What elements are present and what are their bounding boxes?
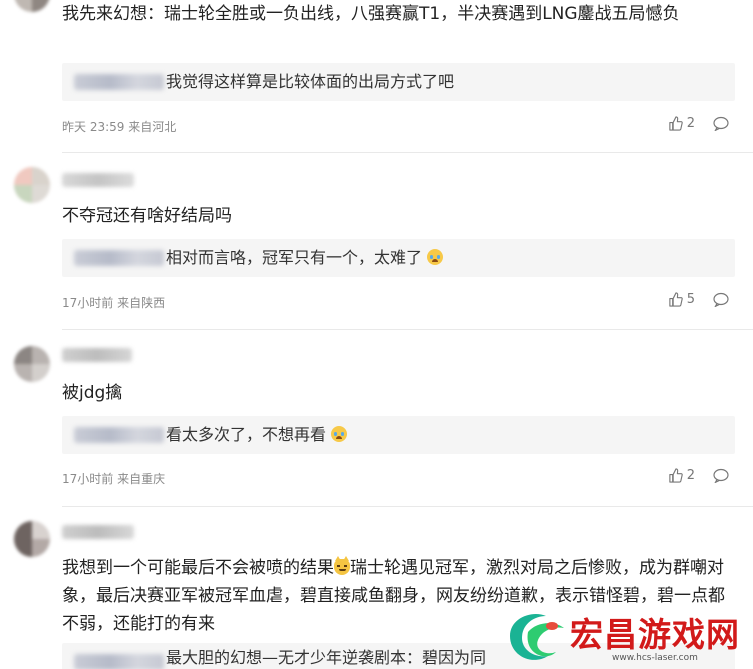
watermark-title: 宏昌游戏网 <box>570 615 740 654</box>
comment-bubble-icon[interactable] <box>713 292 729 307</box>
comment-actions: 5 <box>668 292 729 307</box>
avatar[interactable] <box>14 0 50 12</box>
like-count: 2 <box>686 468 695 483</box>
thumbs-up-icon <box>669 292 683 307</box>
reply-box[interactable]: 相对而言咯，冠军只有一个，太难了 <box>62 239 735 277</box>
comment-bubble-icon[interactable] <box>713 468 729 483</box>
username-blurred[interactable] <box>62 525 134 539</box>
comment-meta: 昨天 23:59 来自河北 <box>62 120 177 134</box>
like-count: 5 <box>686 292 695 307</box>
watermark-url: www.hcs-laser.com <box>612 653 698 663</box>
comment-text-part: 我想到一个可能最后不会被喷的结果 <box>62 558 334 578</box>
comment-actions: 2 <box>668 116 729 131</box>
reply-text: 相对而言咯，冠军只有一个，太难了 <box>166 239 444 277</box>
comment-actions: 2 <box>668 468 729 483</box>
reply-username-blurred <box>74 250 164 266</box>
reply-username-blurred <box>74 74 164 90</box>
reply-text: 最大胆的幻想—无才少年逆袭剧本：碧因为同 <box>166 648 487 667</box>
username-blurred[interactable] <box>62 173 134 187</box>
reply-text: 我觉得这样算是比较体面的出局方式了吧 <box>166 72 455 91</box>
crying-face-emoji <box>331 426 348 442</box>
like-button[interactable]: 2 <box>668 116 695 131</box>
site-watermark: 宏昌游戏网 www.hcs-laser.com <box>500 604 753 669</box>
comment-text: 不夺冠还有啥好结局吗 <box>62 206 232 226</box>
username-blurred[interactable] <box>62 348 132 362</box>
reply-box[interactable]: 我觉得这样算是比较体面的出局方式了吧 <box>62 63 735 101</box>
comment-meta: 17小时前 来自陕西 <box>62 296 166 310</box>
smirking-cat-emoji <box>334 556 350 575</box>
reply-text-content: 相对而言咯，冠军只有一个，太难了 <box>166 248 423 267</box>
reply-text: 看太多次了，不想再看 <box>166 416 348 454</box>
crying-face-emoji <box>427 249 444 265</box>
comment-bubble-icon[interactable] <box>713 116 729 131</box>
avatar[interactable] <box>14 521 50 557</box>
comment-item: 我先来幻想：瑞士轮全胜或一负出线，八强赛赢T1，半决赛遇到LNG鏖战五局憾负 我… <box>0 0 753 152</box>
reply-username-blurred <box>74 427 164 443</box>
like-button[interactable]: 5 <box>668 292 695 307</box>
comment-meta: 17小时前 来自重庆 <box>62 472 166 486</box>
reply-box[interactable]: 看太多次了，不想再看 <box>62 416 735 454</box>
like-count: 2 <box>686 116 695 131</box>
comment-text: 被jdg擒 <box>62 383 123 403</box>
thumbs-up-icon <box>669 116 683 131</box>
comment-item: 不夺冠还有啥好结局吗 相对而言咯，冠军只有一个，太难了 17小时前 来自陕西 5 <box>0 153 753 330</box>
reply-username-blurred <box>74 654 164 669</box>
watermark-logo <box>510 614 564 660</box>
like-button[interactable]: 2 <box>668 468 695 483</box>
thumbs-up-icon <box>669 468 683 483</box>
reply-text-content: 看太多次了，不想再看 <box>166 425 327 444</box>
avatar[interactable] <box>14 167 50 203</box>
comment-item: 被jdg擒 看太多次了，不想再看 17小时前 来自重庆 2 <box>0 330 753 507</box>
avatar[interactable] <box>14 346 50 382</box>
comment-text: 我先来幻想：瑞士轮全胜或一负出线，八强赛赢T1，半决赛遇到LNG鏖战五局憾负 <box>62 4 680 24</box>
